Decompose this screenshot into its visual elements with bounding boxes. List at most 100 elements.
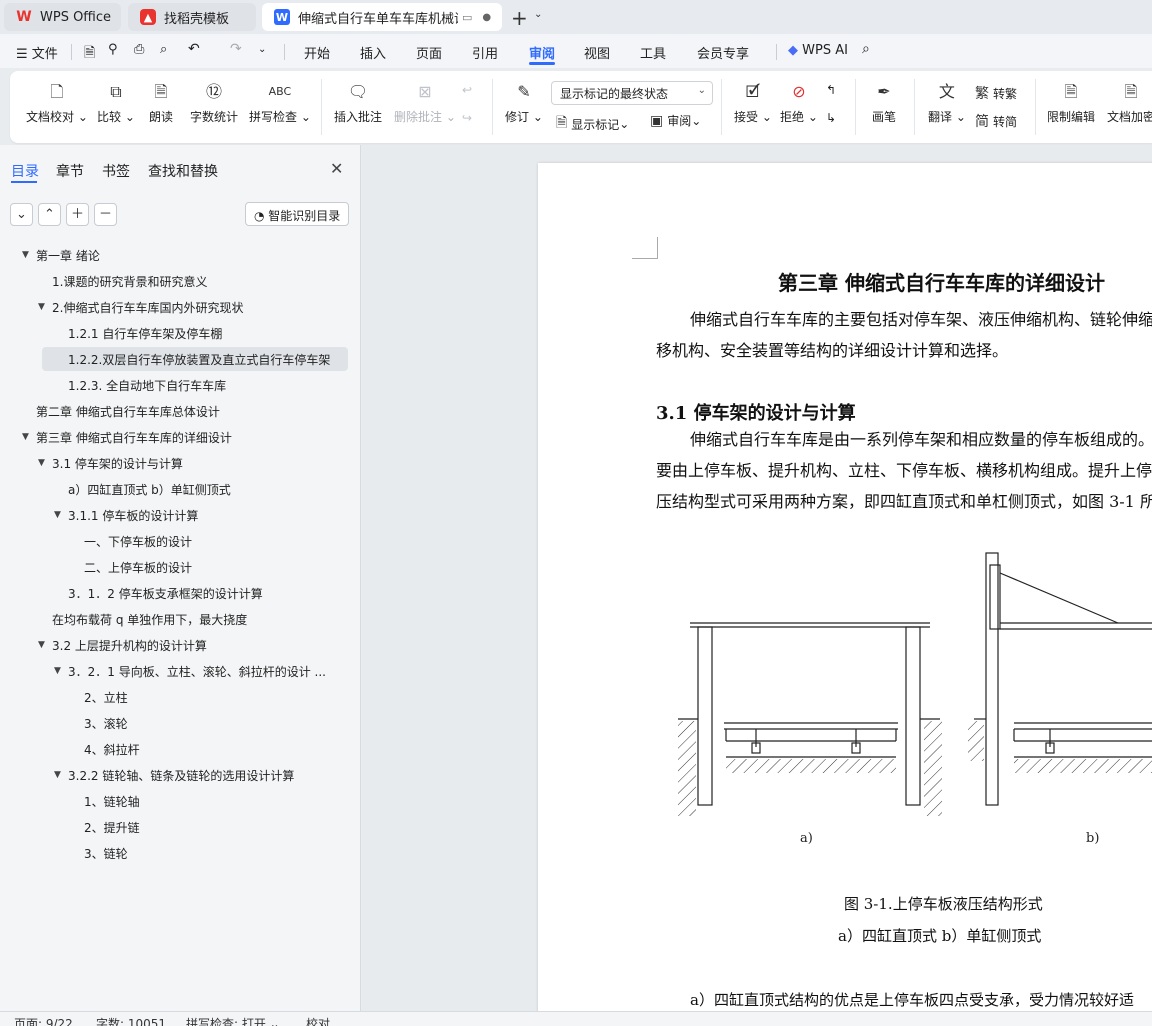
menu-view[interactable]: 视图 [584, 43, 610, 62]
menu-insert[interactable]: 插入 [360, 43, 386, 62]
toc-item[interactable]: ▼ 3.2.2 链轮轴、链条及链轮的选用设计计算 [54, 763, 294, 787]
delete-comment-button[interactable]: ⊠ 删除批注 ⌄ [394, 81, 456, 125]
tab-wps-office[interactable]: W WPS Office [4, 3, 121, 31]
to-simplified-button[interactable]: 简转简 [975, 111, 1017, 131]
search-icon[interactable]: ⌕ [862, 41, 870, 57]
tab-template[interactable]: ▲ 找稻壳模板 [128, 3, 256, 31]
menu-page[interactable]: 页面 [416, 43, 442, 62]
page-indicator[interactable]: 页面: 9/22 [14, 1015, 73, 1026]
unsaved-dot-icon[interactable]: ● [482, 12, 491, 23]
previous-comment-icon[interactable]: ↩ [462, 83, 472, 97]
add-heading-button[interactable]: ＋ [66, 203, 89, 226]
toc-item[interactable]: 二、上停车板的设计 [70, 555, 192, 579]
expand-triangle-icon[interactable]: ▼ [38, 458, 52, 468]
revise-button[interactable]: ✎ 修订 ⌄ [505, 81, 543, 125]
print-icon[interactable]: ⎙ [134, 42, 144, 57]
figure-label-b: b) [1086, 831, 1100, 846]
expand-triangle-icon[interactable]: ▼ [22, 432, 36, 442]
toc-item-label: 3．1．2 停车板支承框架的设计计算 [68, 586, 263, 601]
toc-item-selected[interactable]: 1.2.2.双层自行车停放装置及直立式自行车停车架 [42, 347, 348, 371]
toc-item[interactable]: 一、下停车板的设计 [70, 529, 192, 553]
tab-bookmarks[interactable]: 书签 [102, 161, 130, 181]
toc-item[interactable]: 3、滚轮 [70, 711, 128, 735]
doc-encrypt-button[interactable]: 🗎 文档加密 [1107, 81, 1152, 125]
tab-toc[interactable]: 目录 [11, 161, 39, 181]
toc-item[interactable]: 2、立柱 [70, 685, 128, 709]
toc-item[interactable]: 2、提升链 [70, 815, 140, 839]
insert-comment-button[interactable]: 🗨 插入批注 [334, 81, 382, 125]
read-aloud-button[interactable]: 🗎 朗读 [149, 81, 173, 125]
next-comment-icon[interactable]: ↪ [462, 111, 472, 125]
spell-check-button[interactable]: ABC 拼写检查 ⌄ [249, 81, 311, 125]
smart-toc-button[interactable]: ◔ 智能识别目录 [245, 202, 349, 226]
toc-item[interactable]: ▼ 3.1 停车架的设计与计算 [38, 451, 183, 475]
word-count-indicator[interactable]: 字数: 10051 [96, 1015, 166, 1026]
word-count-button[interactable]: ⑫ 字数统计 [190, 81, 238, 125]
print-preview-icon[interactable]: ⌕ [160, 42, 167, 57]
expand-triangle-icon[interactable]: ▼ [22, 250, 36, 260]
toc-item[interactable]: a）四缸直顶式 b）单缸侧顶式 [54, 477, 231, 501]
close-icon[interactable]: ✕ [330, 159, 343, 178]
wps-ai-button[interactable]: ◆ WPS AI [788, 43, 848, 58]
document-area: 第三章 伸缩式自行车车库的详细设计 伸缩式自行车车库的主要包括对停车架、液压伸缩… [362, 145, 1152, 1011]
tab-document[interactable]: W 伸缩式自行车单车车库机械设计 ▭ ● [262, 3, 502, 31]
toc-item[interactable]: 第二章 伸缩式自行车车库总体设计 [22, 399, 220, 423]
save-icon[interactable]: 🗎 [84, 42, 95, 66]
tab-chapters[interactable]: 章节 [56, 161, 84, 181]
translate-button[interactable]: 文 翻译 ⌄ [928, 81, 966, 125]
expand-triangle-icon[interactable]: ▼ [38, 302, 52, 312]
toc-item[interactable]: ▼ 第三章 伸缩式自行车车库的详细设计 [22, 425, 232, 449]
toc-item[interactable]: 1.2.1 自行车停车架及停车棚 [54, 321, 222, 345]
toc-item[interactable]: ▼ 3.2 上层提升机构的设计计算 [38, 633, 207, 657]
toc-item[interactable]: 1、链轮轴 [70, 789, 140, 813]
toc-item[interactable]: 在均布载荷 q 单独作用下，最大挠度 [38, 607, 247, 631]
menu-tools[interactable]: 工具 [640, 43, 666, 62]
doc-check-button[interactable]: 🗋 文档校对 ⌄ [26, 81, 88, 125]
reject-button[interactable]: ⊘ 拒绝 ⌄ [780, 81, 818, 125]
menu-start[interactable]: 开始 [304, 43, 330, 62]
accept-button[interactable]: 🗹 接受 ⌄ [734, 81, 772, 125]
chevron-down-icon[interactable]: ⌄ [534, 9, 542, 20]
undo-icon[interactable]: ↶ [188, 41, 200, 57]
previous-change-icon[interactable]: ↰ [826, 83, 836, 97]
toc-item[interactable]: 3．1．2 停车板支承框架的设计计算 [54, 581, 263, 605]
to-traditional-button[interactable]: 繁转繁 [975, 83, 1017, 103]
toc-item[interactable]: ▼ 3.1.1 停车板的设计计算 [54, 503, 198, 527]
remove-heading-button[interactable]: － [94, 203, 117, 226]
restrict-edit-button[interactable]: 🗎 限制编辑 [1047, 81, 1095, 125]
monitor-icon[interactable]: ▭ [462, 11, 472, 24]
toc-item[interactable]: 4、斜拉杆 [70, 737, 140, 761]
export-icon[interactable]: ⚲ [108, 42, 118, 57]
quick-access-more-icon[interactable]: ⌄ [258, 44, 266, 55]
expand-all-button[interactable]: ⌄ [10, 203, 33, 226]
document-page[interactable]: 第三章 伸缩式自行车车库的详细设计 伸缩式自行车车库的主要包括对停车架、液压伸缩… [538, 163, 1152, 1011]
collapse-all-button[interactable]: ⌃ [38, 203, 61, 226]
menu-reference[interactable]: 引用 [472, 43, 498, 62]
pen-button[interactable]: ✒ 画笔 [872, 81, 896, 125]
divider [321, 79, 322, 135]
review-pane-button[interactable]: ▣ 审阅 ⌄ [650, 112, 701, 129]
next-change-icon[interactable]: ↳ [826, 111, 836, 125]
toc-item[interactable]: ▼ 第一章 绪论 [22, 243, 100, 267]
expand-triangle-icon[interactable]: ▼ [54, 510, 68, 520]
spell-check-indicator[interactable]: 拼写检查: 打开 ⌄ [186, 1015, 280, 1026]
redo-icon[interactable]: ↷ [230, 41, 242, 57]
expand-triangle-icon[interactable]: ▼ [54, 770, 68, 780]
toc-item[interactable]: ▼ 2.伸缩式自行车车库国内外研究现状 [38, 295, 243, 319]
toc-item[interactable]: 1.课题的研究背景和研究意义 [38, 269, 207, 293]
toc-item[interactable]: 3、链轮 [70, 841, 128, 865]
file-menu[interactable]: ☰ 文件 [16, 43, 58, 62]
compare-button[interactable]: ⧉ 比较 ⌄ [97, 81, 135, 125]
toc-item[interactable]: 1.2.3. 全自动地下自行车车库 [54, 373, 226, 397]
new-tab-button[interactable]: + [511, 6, 528, 30]
toc-item[interactable]: ▼ 3．2．1 导向板、立柱、滚轮、斜拉杆的设计 ... [54, 659, 326, 683]
show-markup-button[interactable]: 🗎 显示标记 ⌄ [556, 112, 629, 136]
proofread-indicator[interactable]: 校对 [306, 1015, 330, 1026]
divider [914, 79, 915, 135]
menu-review[interactable]: 审阅 [529, 43, 555, 62]
expand-triangle-icon[interactable]: ▼ [54, 666, 68, 676]
markup-state-select[interactable]: 显示标记的最终状态 ⌄ [551, 81, 713, 105]
expand-triangle-icon[interactable]: ▼ [38, 640, 52, 650]
tab-find-replace[interactable]: 查找和替换 [148, 161, 218, 181]
menu-member[interactable]: 会员专享 [697, 43, 749, 62]
